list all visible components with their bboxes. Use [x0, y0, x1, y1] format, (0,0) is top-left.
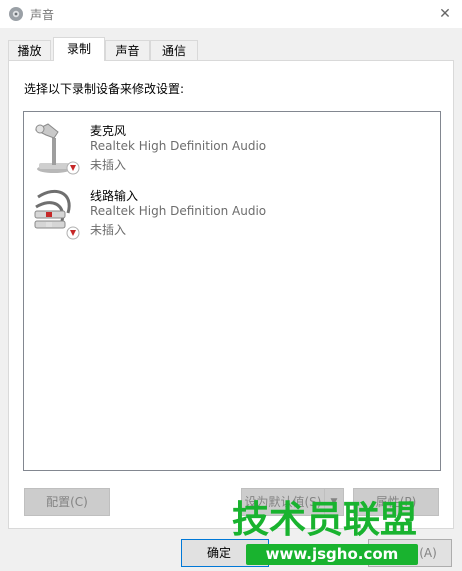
close-button[interactable]: ✕ — [428, 0, 462, 28]
title-bar: 声音 ✕ — [0, 0, 462, 28]
device-driver: Realtek High Definition Audio — [90, 204, 267, 218]
watermark-text: 技术员联盟 — [232, 498, 417, 541]
device-status: 未插入 — [90, 223, 127, 237]
speaker-icon — [9, 7, 23, 21]
close-icon: ✕ — [439, 6, 451, 22]
line-in-cable-icon — [34, 190, 80, 240]
device-name: 线路输入 — [90, 189, 139, 203]
watermark-url: www.jsgho.com — [246, 544, 418, 565]
device-list[interactable]: 麦克风 Realtek High Definition Audio 未插入 线路… — [23, 111, 441, 471]
configure-button[interactable]: 配置(C) — [24, 488, 110, 516]
recording-panel: 选择以下录制设备来修改设置: 麦克风 Realtek High Definiti… — [8, 60, 454, 529]
microphone-icon — [34, 123, 80, 175]
device-status: 未插入 — [90, 158, 127, 172]
window-title: 声音 — [30, 8, 55, 22]
tab-recording[interactable]: 录制 — [53, 37, 105, 61]
ok-button-label: 确定 — [206, 546, 231, 560]
tab-playback[interactable]: 播放 — [8, 40, 51, 60]
device-item-line-in[interactable]: 线路输入 Realtek High Definition Audio 未插入 — [24, 181, 440, 241]
device-item-microphone[interactable]: 麦克风 Realtek High Definition Audio 未插入 — [24, 116, 440, 176]
instruction-text: 选择以下录制设备来修改设置: — [24, 82, 185, 96]
device-name: 麦克风 — [90, 124, 127, 138]
device-driver: Realtek High Definition Audio — [90, 139, 267, 153]
watermark: 技术员联盟 www.jsgho.com — [232, 500, 462, 571]
tab-sounds[interactable]: 声音 — [105, 40, 150, 60]
tab-communications[interactable]: 通信 — [150, 40, 198, 60]
